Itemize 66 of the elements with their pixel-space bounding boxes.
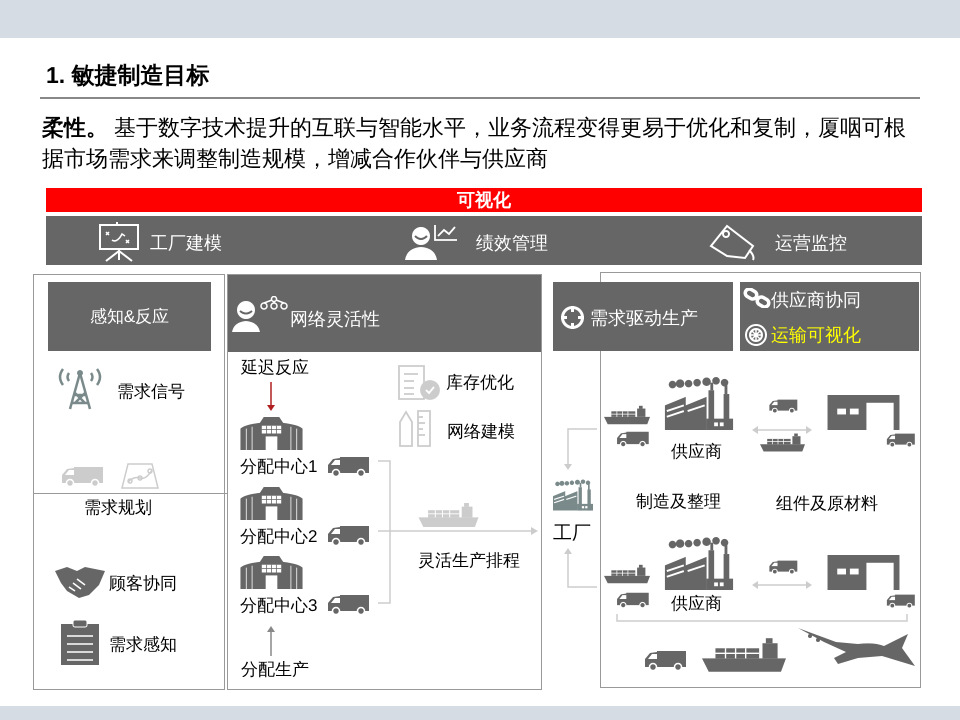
item-label: 组件及原材料 — [776, 493, 878, 515]
capability-label: 工厂建模 — [150, 232, 222, 255]
item-label: 延迟反应 — [241, 357, 309, 379]
wheel-icon — [744, 323, 768, 347]
factory-icon — [663, 377, 735, 430]
warehouse-icon — [240, 417, 303, 450]
item-label: 灵活生产排程 — [418, 550, 520, 572]
tag-icon — [709, 222, 757, 262]
warehouse-icon — [240, 556, 303, 589]
item-label: 工厂 — [553, 522, 591, 546]
capability-label: 运营监控 — [775, 232, 847, 255]
presentation-board-icon — [98, 222, 140, 262]
arrow — [564, 428, 597, 470]
ship-icon — [702, 638, 786, 672]
ship-icon — [760, 433, 805, 452]
warehouse-icon — [827, 555, 900, 590]
truck-icon — [326, 594, 370, 616]
item-label: 需求感知 — [109, 634, 177, 656]
truck-icon — [615, 431, 650, 448]
document-check-icon — [398, 365, 440, 401]
header-label: 运输可视化 — [771, 324, 861, 347]
chain-link-icon — [743, 288, 771, 308]
ship-icon — [417, 503, 480, 527]
supplier-label: 供应商 — [671, 593, 722, 615]
center-label: 分配中心2 — [240, 526, 318, 548]
visibility-banner: 可视化 — [46, 188, 922, 212]
truck-icon — [615, 592, 650, 609]
ship-icon — [604, 405, 650, 425]
factory-icon — [553, 478, 593, 512]
header-label: 供应商协同 — [771, 289, 861, 312]
header-label: 需求驱动生产 — [590, 307, 698, 330]
double-arrow — [752, 581, 812, 589]
clipboard-icon — [61, 620, 99, 665]
item-label: 网络建模 — [447, 421, 515, 443]
center-label: 分配中心1 — [240, 456, 318, 478]
warehouse-icon — [827, 395, 900, 430]
warehouse-icon — [240, 487, 303, 520]
item-label: 需求信号 — [117, 381, 185, 403]
supplier-label: 供应商 — [671, 441, 722, 463]
factory-icon — [663, 537, 735, 590]
center-label: 分配中心3 — [240, 595, 318, 617]
slide-title: 1. 敏捷制造目标 — [46, 61, 210, 90]
double-arrow — [752, 426, 812, 434]
airplane-icon — [798, 628, 915, 668]
arrow — [267, 626, 275, 656]
item-label: 需求规划 — [84, 497, 152, 519]
column-header: 感知&反应 — [48, 282, 211, 351]
person-chart-icon — [405, 224, 457, 260]
truck-icon — [326, 525, 370, 547]
person-network-icon — [232, 296, 288, 332]
pencil-ruler-icon — [398, 410, 432, 448]
truck-icon — [326, 456, 370, 478]
arrow — [267, 382, 275, 411]
arrow — [564, 548, 597, 588]
capability-label: 绩效管理 — [476, 232, 548, 255]
crosshair-icon — [560, 305, 585, 330]
item-label: 顾客协同 — [109, 573, 177, 595]
item-label: 分配生产 — [241, 659, 309, 681]
header-label: 网络灵活性 — [290, 308, 380, 331]
item-label: 库存优化 — [446, 372, 514, 394]
truck-icon — [643, 650, 687, 672]
map-icon — [120, 462, 160, 490]
ship-icon — [604, 564, 650, 584]
truck-icon — [60, 466, 104, 488]
item-label: 制造及整理 — [636, 491, 721, 513]
intro-paragraph: 柔性。 基于数字技术提升的互联与智能水平，业务流程变得更易于优化和复制，厦咽可根据市场需求来调整制造规模，增减合作伙伴与供应商 — [42, 114, 908, 173]
